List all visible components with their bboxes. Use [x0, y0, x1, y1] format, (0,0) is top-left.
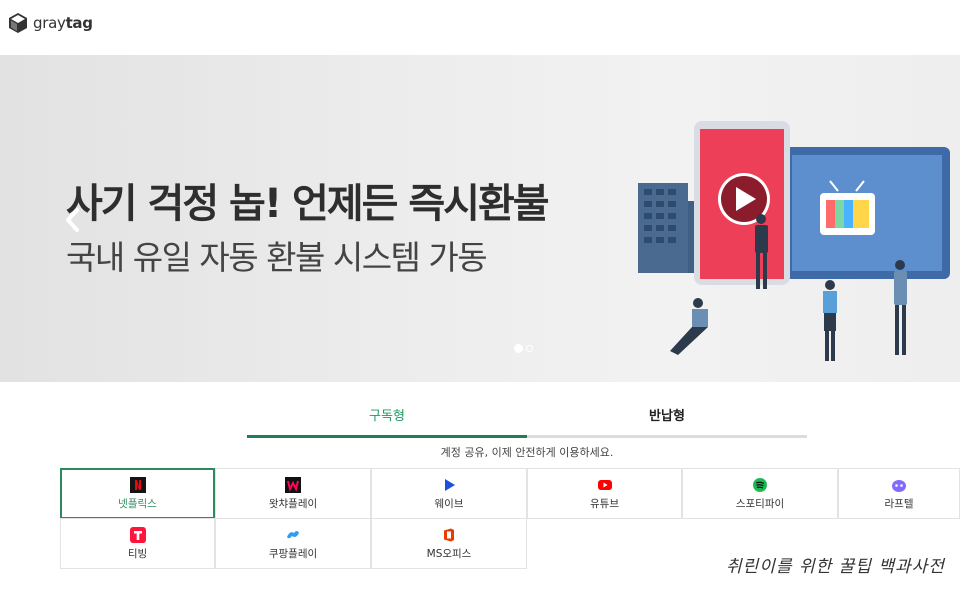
hero-banner[interactable]: 사기 걱정 놉! 언제든 즉시환불 국내 유일 자동 환불 시스템 가동 [0, 55, 960, 382]
service-name: 웨이브 [434, 497, 464, 510]
watcha-icon [285, 476, 301, 493]
logo-text: graytag [33, 14, 93, 32]
cube-logo-icon [9, 13, 27, 33]
product-type-tabs: 구독형 반납형 [247, 396, 807, 438]
youtube-icon [597, 477, 613, 493]
tab-rental[interactable]: 반납형 [527, 396, 807, 438]
header: graytag [0, 0, 960, 55]
service-coupangplay[interactable]: 쿠팡플레이 [215, 518, 371, 569]
service-name: 유튜브 [590, 497, 619, 510]
service-laftel[interactable]: 라프텔 [838, 468, 960, 519]
netflix-icon [129, 476, 146, 493]
service-name: 넷플릭스 [118, 497, 157, 510]
service-msoffice[interactable]: MS오피스 [371, 518, 527, 569]
service-name: MS오피스 [426, 547, 472, 560]
graytag-logo[interactable]: graytag [7, 12, 93, 34]
wavve-icon [441, 477, 457, 493]
watermark-text: 취린이를 위한 꿀팁 백과사전 [726, 557, 945, 577]
spotify-icon [752, 477, 768, 493]
tving-icon [129, 526, 146, 543]
streaming-illustration [638, 121, 950, 361]
notice-text: 계정 공유, 이제 안전하게 이용하세요. [440, 446, 614, 459]
service-name: 티빙 [127, 547, 148, 560]
service-wavve[interactable]: 웨이브 [371, 468, 527, 519]
coupangplay-icon [285, 527, 301, 543]
msoffice-icon [441, 527, 457, 543]
banner-title: 사기 걱정 놉! 언제든 즉시환불 [66, 181, 550, 227]
chevron-left-icon[interactable] [64, 205, 80, 235]
service-name: 스포티파이 [735, 497, 785, 510]
service-name: 라프텔 [884, 497, 914, 510]
service-name: 쿠팡플레이 [268, 547, 318, 560]
service-name: 왓챠플레이 [268, 497, 318, 510]
slide-dot-active[interactable] [514, 344, 523, 353]
slide-indicator[interactable] [514, 344, 533, 353]
tab-subscription[interactable]: 구독형 [247, 396, 527, 438]
service-netflix[interactable]: 넷플릭스 [60, 468, 215, 519]
laftel-icon [891, 477, 907, 493]
service-youtube[interactable]: 유튜브 [527, 468, 682, 519]
slide-dot[interactable] [526, 345, 533, 352]
service-watcha[interactable]: 왓챠플레이 [215, 468, 371, 519]
banner-subtitle: 국내 유일 자동 환불 시스템 가동 [66, 238, 488, 277]
service-tving[interactable]: 티빙 [60, 518, 215, 569]
service-spotify[interactable]: 스포티파이 [682, 468, 838, 519]
